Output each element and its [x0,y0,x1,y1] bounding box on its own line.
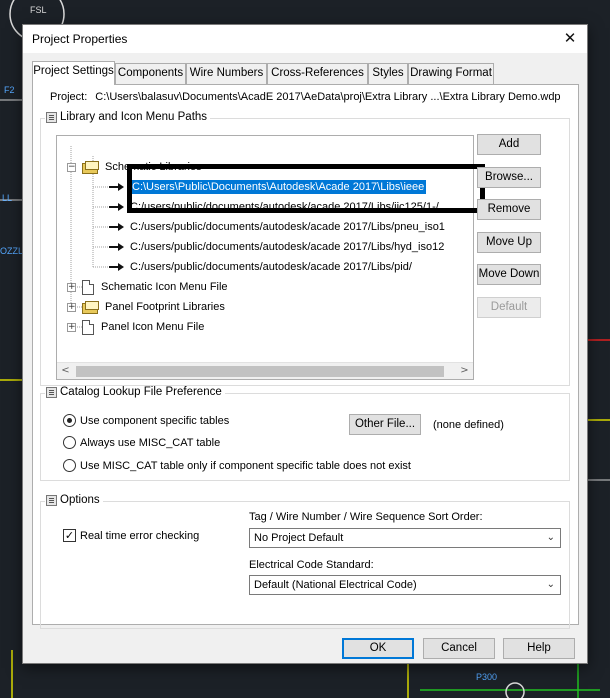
electrical-standard-label: Electrical Code Standard: [249,559,374,571]
cad-label-ll: LL [2,193,13,203]
move-down-button[interactable]: Move Down [477,264,541,285]
tree-node-label: Panel Footprint Libraries [105,301,225,313]
expand-icon[interactable]: + [67,322,76,332]
arrow-right-icon [109,262,124,272]
radio-component-specific[interactable]: Use component specific tables [63,414,229,427]
catalog-group-title: Catalog Lookup File Preference [45,386,225,398]
tab-wire-numbers[interactable]: Wire Numbers [186,63,267,84]
tree-node-label: Schematic Icon Menu File [101,281,228,293]
horizontal-scrollbar[interactable]: < > [57,362,473,379]
tree-path-label: C:/users/public/documents/autodesk/acade… [130,201,439,213]
folder-open-icon [82,160,100,174]
options-group-title: Options [45,494,103,506]
group-collapse-icon[interactable] [46,111,57,123]
other-file-value: (none defined) [433,419,504,431]
tab-project-settings[interactable]: Project Settings [32,61,115,85]
radio-button[interactable] [63,459,76,472]
electrical-standard-select[interactable]: Default (National Electrical Code) ⌄ [249,575,561,595]
tree-node-label: Panel Icon Menu File [101,321,205,333]
tree-path-item[interactable]: C:/users/public/documents/autodesk/acade… [109,258,412,276]
expand-icon[interactable]: + [67,282,76,292]
default-button[interactable]: Default [477,297,541,318]
library-tree[interactable]: − Schematic Libraries C:\Users\Public\Do… [56,135,474,380]
arrow-right-icon [109,222,124,232]
tree-node-panel-icon-menu[interactable]: + Panel Icon Menu File [67,318,204,336]
tree-path-item[interactable]: C:/users/public/documents/autodesk/acade… [109,238,444,256]
tree-path-item[interactable]: C:\Users\Public\Documents\Autodesk\Acade… [109,178,427,196]
tab-components[interactable]: Components [115,63,186,84]
document-icon [82,319,94,335]
library-group-title: Library and Icon Menu Paths [45,111,211,123]
checkbox-checked-icon[interactable]: ✓ [63,529,76,542]
tree-path-item[interactable]: C:/users/public/documents/autodesk/acade… [109,218,445,236]
radio-always-misc-cat[interactable]: Always use MISC_CAT table [63,436,220,449]
project-properties-dialog: Project Properties ✕ Project Settings Co… [22,24,588,664]
cancel-button[interactable]: Cancel [423,638,495,659]
tree-node-schematic-libraries[interactable]: − Schematic Libraries [67,158,202,176]
expand-icon[interactable]: + [67,302,76,312]
cad-label-p300: P300 [476,672,498,682]
browse-button[interactable]: Browse... [477,167,541,188]
move-up-button[interactable]: Move Up [477,232,541,253]
cad-label-fsl: FSL [30,5,47,15]
project-label: Project: [50,91,88,103]
arrow-right-icon [109,182,124,192]
cad-label-f2: F2 [4,85,15,95]
tree-path-label: C:/users/public/documents/autodesk/acade… [130,241,445,253]
radio-button[interactable] [63,436,76,449]
sort-order-select[interactable]: No Project Default ⌄ [249,528,561,548]
group-collapse-icon[interactable] [46,494,57,506]
tab-drawing-format[interactable]: Drawing Format [408,63,494,84]
scroll-right-icon[interactable]: > [456,363,473,379]
close-icon[interactable]: ✕ [553,25,587,53]
radio-misc-cat-fallback[interactable]: Use MISC_CAT table only if component spe… [63,459,411,472]
tree-node-panel-footprint[interactable]: + Panel Footprint Libraries [67,298,225,316]
group-collapse-icon[interactable] [46,386,57,398]
arrow-right-icon [109,202,124,212]
title-bar[interactable]: Project Properties ✕ [23,25,587,53]
remove-button[interactable]: Remove [477,199,541,220]
folder-icon [82,300,100,314]
ok-button[interactable]: OK [342,638,414,659]
project-path-row: Project: C:\Users\balasuv\Documents\AcadE… [50,91,561,103]
other-file-button[interactable]: Other File... [349,414,421,435]
tab-styles[interactable]: Styles [368,63,408,84]
project-path: C:\Users\balasuv\Documents\AcadE 2017\Ae… [95,91,561,103]
radio-button[interactable] [63,414,76,427]
tree-path-item[interactable]: C:/users/public/documents/autodesk/acade… [109,198,439,216]
tree-node-schematic-icon-menu[interactable]: + Schematic Icon Menu File [67,278,228,296]
chevron-down-icon: ⌄ [546,579,555,590]
collapse-icon[interactable]: − [67,162,76,172]
scrollbar-thumb[interactable] [76,366,444,377]
help-button[interactable]: Help [503,638,575,659]
chevron-down-icon: ⌄ [546,532,555,543]
tab-cross-references[interactable]: Cross-References [267,63,368,84]
arrow-right-icon [109,242,124,252]
document-icon [82,279,94,295]
tree-node-label: Schematic Libraries [105,161,202,173]
tree-path-label: C:/users/public/documents/autodesk/acade… [130,261,412,273]
sort-order-label: Tag / Wire Number / Wire Sequence Sort O… [249,511,483,523]
dialog-title: Project Properties [32,32,128,46]
tree-path-label-selected: C:\Users\Public\Documents\Autodesk\Acade… [130,180,427,194]
scroll-left-icon[interactable]: < [57,363,74,379]
realtime-error-checkbox[interactable]: ✓ Real time error checking [63,529,199,542]
add-button[interactable]: Add [477,134,541,155]
tree-path-label: C:/users/public/documents/autodesk/acade… [130,221,445,233]
